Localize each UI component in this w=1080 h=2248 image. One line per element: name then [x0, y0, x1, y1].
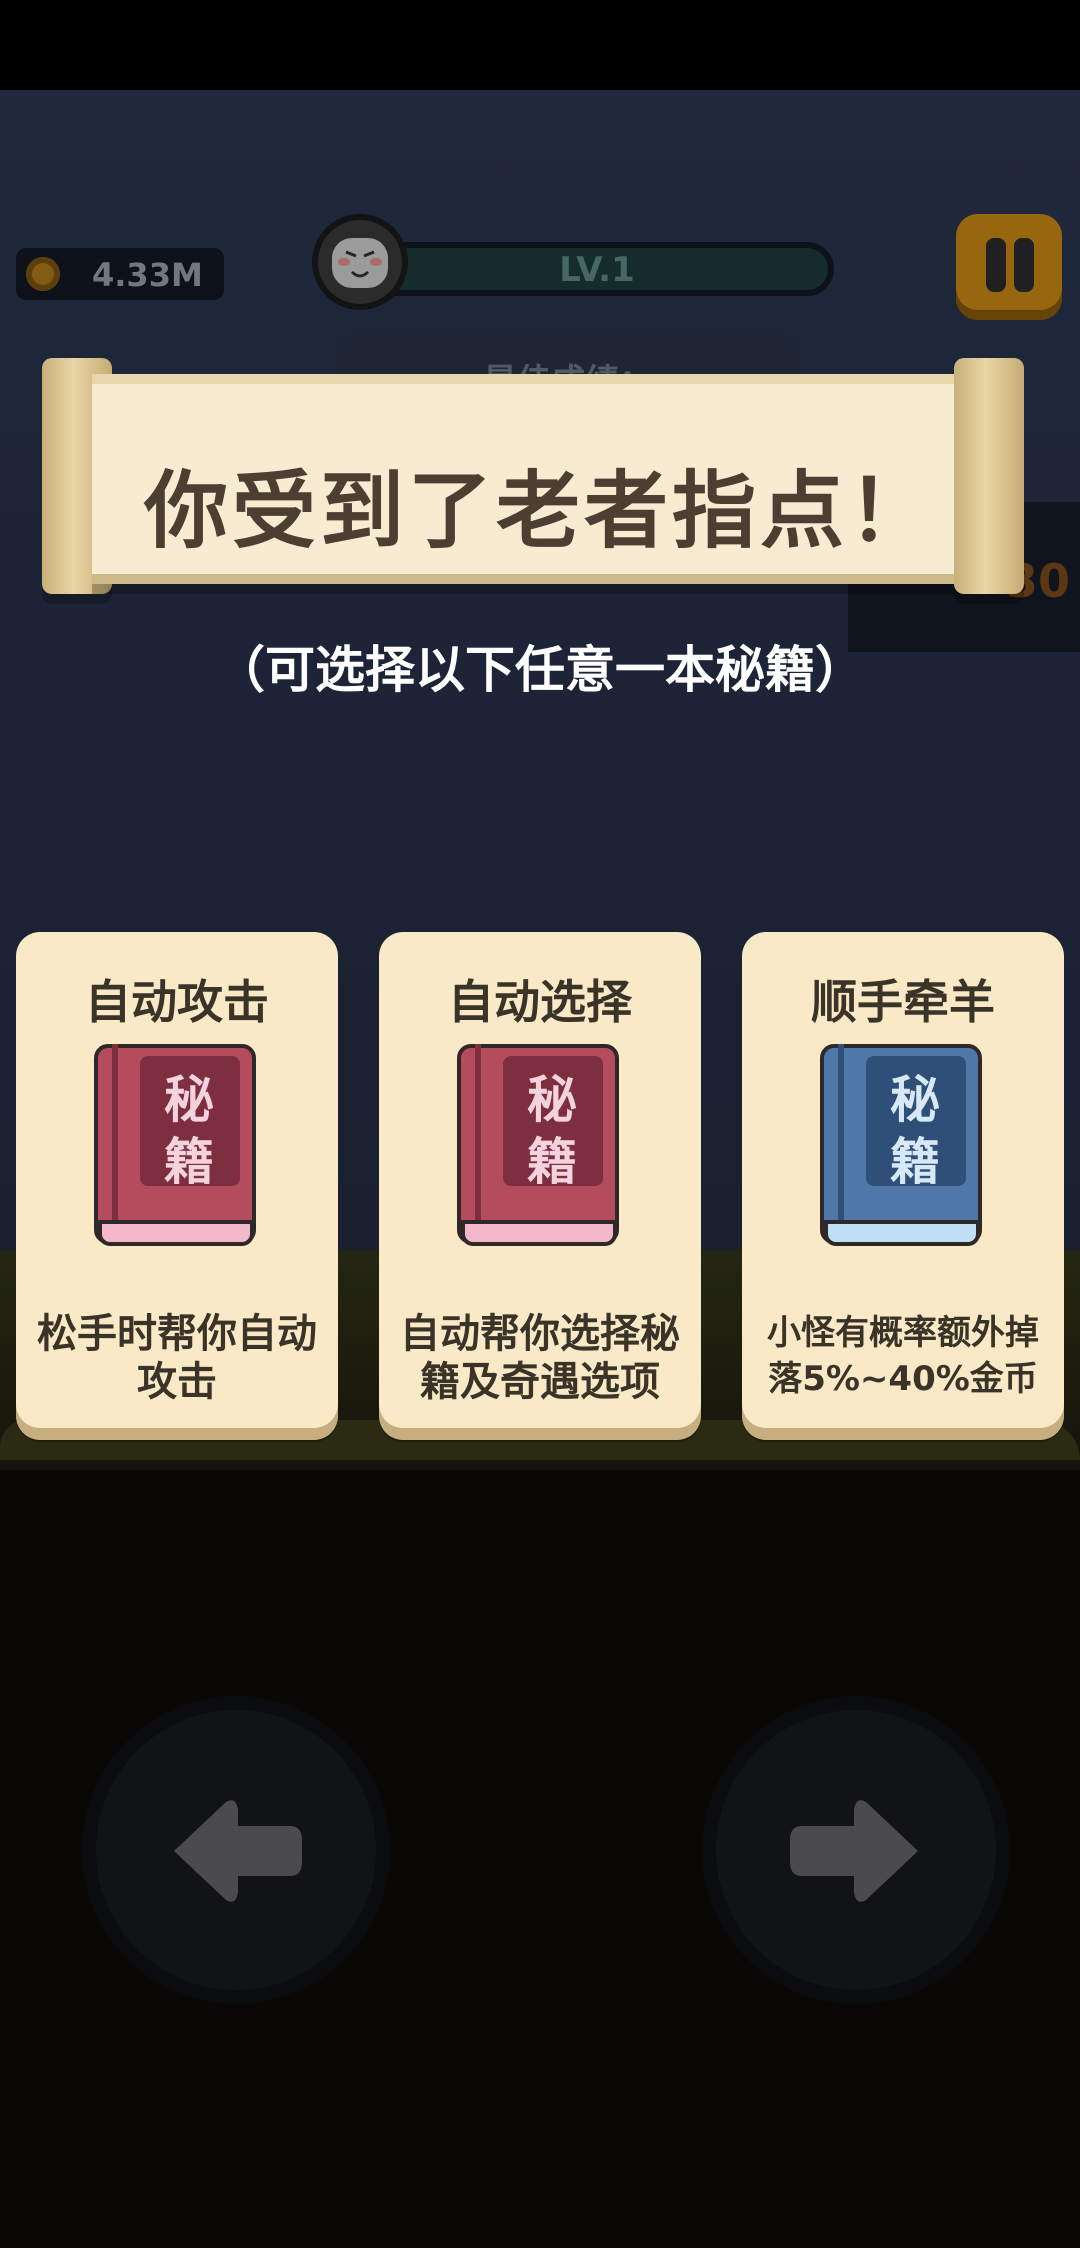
skill-card-steal[interactable]: 顺手牵羊 秘 籍 小怪有概率额外掉落5%~40%金币 [742, 932, 1064, 1428]
book-char-bottom: 籍 [890, 1133, 940, 1191]
book-char-bottom: 籍 [527, 1133, 577, 1191]
scroll-banner: 你受到了老者指点！ [92, 374, 988, 584]
status-bar [0, 0, 1080, 90]
move-left-button[interactable] [96, 1710, 376, 1990]
card-description: 小怪有概率额外掉落5%~40%金币 [767, 1313, 1039, 1399]
card-title: 自动选择 [448, 975, 632, 1029]
red-book-icon: 秘 籍 [457, 1044, 621, 1256]
card-description: 松手时帮你自动攻击 [37, 1311, 317, 1405]
banner-title: 你受到了老者指点！ [143, 462, 936, 560]
card-description: 自动帮你选择秘籍及奇遇选项 [400, 1311, 680, 1405]
scroll-roll-right [954, 358, 1024, 594]
book-char-bottom: 籍 [164, 1133, 214, 1191]
red-book-icon: 秘 籍 [94, 1044, 258, 1256]
game-screen: 4.33M LV.1 最佳成绩： 30 你受到了老者指点！ （可选择以下任意一本… [0, 0, 1080, 2248]
blue-book-icon: 秘 籍 [820, 1044, 984, 1256]
skill-card-auto-select[interactable]: 自动选择 秘 籍 自动帮你选择秘籍及奇遇选项 [379, 932, 701, 1428]
right-arrow-icon [790, 1800, 918, 1902]
card-title: 自动攻击 [85, 975, 269, 1029]
move-right-button[interactable] [716, 1710, 996, 1990]
skill-card-auto-attack[interactable]: 自动攻击 秘 籍 松手时帮你自动攻击 [16, 932, 338, 1428]
card-title: 顺手牵羊 [811, 975, 995, 1029]
left-arrow-icon [174, 1800, 302, 1902]
banner-subtitle: （可选择以下任意一本秘籍） [215, 641, 865, 699]
